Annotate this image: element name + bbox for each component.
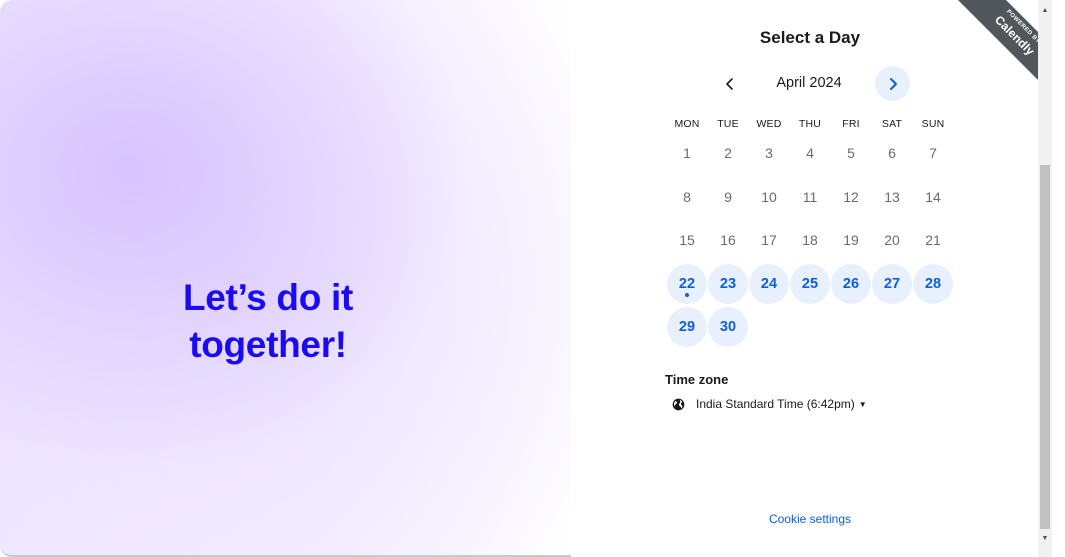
unavailable-day: 5: [831, 133, 871, 173]
unavailable-day: 7: [913, 133, 953, 173]
day-number: 10: [761, 188, 777, 205]
day-number: 2: [724, 145, 732, 161]
available-day-button[interactable]: 24: [749, 263, 789, 304]
available-day-button[interactable]: 22: [667, 263, 707, 304]
weekday-label: FRI: [842, 118, 860, 130]
day-number: 15: [679, 232, 695, 248]
day-number: 8: [683, 188, 691, 205]
unavailable-day: 15: [667, 220, 707, 260]
month-navigation: April 2024: [711, 66, 911, 102]
timezone-selector[interactable]: India Standard Time (6:42pm) ▼: [672, 395, 867, 413]
day-number: 4: [806, 145, 814, 161]
day-number: 26: [842, 275, 860, 292]
globe-icon: [672, 398, 685, 410]
unavailable-day: 14: [913, 177, 953, 217]
day-number: 30: [719, 319, 737, 335]
timezone-value: India Standard Time (6:42pm): [696, 397, 855, 411]
unavailable-day: 3: [749, 133, 789, 173]
day-number: 29: [678, 319, 696, 335]
day-number: 20: [884, 232, 900, 248]
unavailable-day: 17: [749, 220, 789, 260]
day-number: 12: [843, 188, 859, 205]
weekday-label: THU: [798, 118, 822, 130]
day-number: 17: [761, 232, 777, 248]
scroll-down-arrow-icon[interactable]: ▼: [1038, 530, 1052, 546]
day-number: 13: [884, 188, 900, 205]
unavailable-day: 9: [708, 177, 748, 217]
hero-panel: Let’s do it together!: [0, 0, 640, 557]
day-number: 9: [724, 188, 732, 205]
weekday-label: SAT: [881, 118, 903, 130]
weekday-label: SUN: [921, 118, 945, 130]
available-day-button[interactable]: 30: [708, 307, 748, 347]
unavailable-day: 18: [790, 220, 830, 260]
day-number: 22: [678, 275, 696, 292]
ribbon-brand-text: Calendly: [991, 12, 1038, 59]
powered-by-ribbon[interactable]: POWERED BY Calendly: [952, 0, 1038, 86]
unavailable-day: 16: [708, 220, 748, 260]
unavailable-day: 13: [872, 177, 912, 217]
previous-month-button[interactable]: [715, 69, 745, 99]
scrollbar[interactable]: ▲ ▼: [1038, 0, 1052, 557]
day-number: 21: [925, 232, 941, 248]
available-day-button[interactable]: 28: [913, 263, 953, 304]
unavailable-day: 1: [667, 133, 707, 173]
weekday-label: TUE: [717, 118, 739, 130]
day-number: 27: [883, 275, 901, 292]
weekday-label: WED: [756, 118, 782, 130]
unavailable-day: 2: [708, 133, 748, 173]
day-number: 18: [802, 232, 818, 248]
day-number: 16: [720, 232, 736, 248]
day-number: 14: [925, 188, 941, 205]
day-number: 24: [760, 275, 778, 292]
unavailable-day: 11: [790, 177, 830, 217]
available-day-button[interactable]: 29: [667, 307, 707, 347]
unavailable-day: 20: [872, 220, 912, 260]
caret-down-icon: ▼: [858, 399, 867, 409]
day-number: 7: [929, 145, 937, 161]
today-indicator-dot: [685, 292, 689, 297]
available-day-button[interactable]: 23: [708, 263, 748, 304]
day-number: 1: [683, 145, 691, 161]
day-number: 3: [765, 145, 773, 161]
chevron-right-icon: [889, 77, 897, 90]
unavailable-day: 21: [913, 220, 953, 260]
unavailable-day: 4: [790, 133, 830, 173]
day-number: 6: [888, 145, 896, 161]
month-label: April 2024: [776, 75, 842, 91]
day-number: 5: [847, 145, 855, 161]
day-number: 23: [719, 275, 737, 292]
day-number: 25: [801, 275, 819, 292]
unavailable-day: 10: [749, 177, 789, 217]
ribbon-band: POWERED BY Calendly: [952, 0, 1038, 86]
hero-title: Let’s do it together!: [182, 277, 354, 365]
unavailable-day: 12: [831, 177, 871, 217]
next-month-button[interactable]: [875, 66, 910, 101]
unavailable-day: 6: [872, 133, 912, 173]
scrollbar-thumb[interactable]: [1040, 165, 1050, 529]
unavailable-day: 8: [667, 177, 707, 217]
day-number: 28: [924, 275, 942, 292]
weekday-label: MON: [674, 118, 700, 130]
available-day-button[interactable]: 26: [831, 263, 871, 304]
available-day-button[interactable]: 27: [872, 263, 912, 304]
chevron-left-icon: [726, 78, 733, 90]
available-day-button[interactable]: 25: [790, 263, 830, 304]
unavailable-day: 19: [831, 220, 871, 260]
cookie-settings-link[interactable]: Cookie settings: [571, 512, 1049, 526]
day-number: 11: [802, 188, 818, 205]
day-number: 19: [843, 232, 859, 248]
timezone-heading: Time zone: [665, 372, 729, 387]
scroll-up-arrow-icon[interactable]: ▲: [1038, 2, 1052, 18]
